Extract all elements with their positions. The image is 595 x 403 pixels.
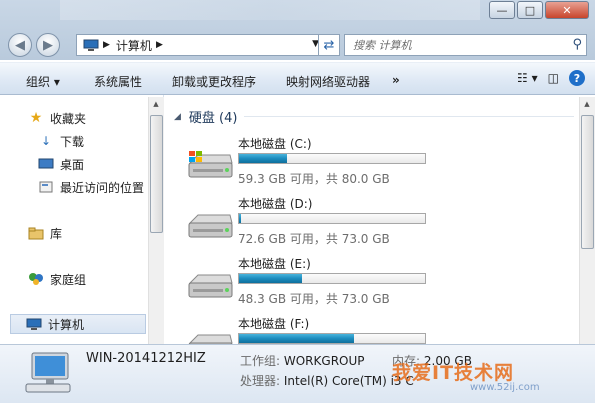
sidebar-item-computer[interactable]: 计算机: [10, 314, 146, 334]
drive-item-d[interactable]: 本地磁盘 (D:) 72.6 GB 可用，共 73.0 GB: [184, 195, 584, 253]
scroll-up-icon[interactable]: ▲: [149, 100, 163, 108]
sidebar-item-homegroup[interactable]: 家庭组: [28, 269, 86, 289]
sidebar-item-desktop[interactable]: 桌面: [38, 154, 84, 174]
sidebar-item-label: 计算机: [48, 317, 85, 332]
title-bar-glass: [60, 0, 480, 20]
collapse-chevron-icon[interactable]: ◢: [174, 112, 181, 122]
command-bar: 组织 ▾ 系统属性 卸载或更改程序 映射网络驱动器 » ☷ ▾ ◫ ?: [0, 62, 595, 95]
content-pane: ◢ 硬盘 (4) 本地磁盘 (C:) 59.3 GB 可用，共 80.0 GB: [164, 95, 595, 358]
back-button[interactable]: ◀: [8, 33, 32, 57]
group-header-hard-disks[interactable]: ◢ 硬盘 (4): [174, 107, 574, 126]
maximize-button[interactable]: □: [517, 1, 543, 19]
downloads-folder-icon: ↓: [40, 134, 52, 148]
watermark-url: www.52ij.com: [470, 382, 540, 393]
sidebar-item-favorites[interactable]: ★ 收藏夹: [28, 108, 86, 128]
drive-usage-bar: [238, 333, 426, 344]
title-bar: — □ ✕ ◀ ▶ ▶ 计算机 ▶ ▼ ⇄ 搜索 计算机 ⚲: [0, 0, 595, 60]
search-box[interactable]: 搜索 计算机 ⚲: [344, 34, 587, 56]
explorer-window: — □ ✕ ◀ ▶ ▶ 计算机 ▶ ▼ ⇄ 搜索 计算机 ⚲ 组织 ▾ 系统属性…: [0, 0, 595, 403]
workgroup-info: 工作组: WORKGROUP: [240, 352, 365, 369]
drive-name: 本地磁盘 (D:): [238, 197, 313, 211]
drive-name: 本地磁盘 (E:): [238, 257, 311, 271]
workgroup-value: WORKGROUP: [283, 354, 365, 368]
computer-icon: [26, 317, 42, 331]
drive-free-space: 48.3 GB 可用，共 73.0 GB: [238, 292, 390, 306]
computer-icon: [83, 39, 99, 51]
search-placeholder: 搜索 计算机: [353, 39, 412, 52]
view-controls: ☷ ▾ ◫ ?: [507, 70, 585, 86]
sidebar-item-libraries[interactable]: 库: [28, 223, 62, 243]
drive-free-space: 72.6 GB 可用，共 73.0 GB: [238, 232, 390, 246]
homegroup-icon: [28, 272, 44, 286]
hard-drive-windows-icon: [188, 151, 233, 178]
sidebar-item-label: 最近访问的位置: [60, 180, 145, 195]
watermark-text: 我爱IT技术网: [392, 362, 515, 384]
drive-usage-bar: [238, 213, 426, 224]
search-icon[interactable]: ⚲: [572, 37, 582, 52]
sidebar-item-label: 家庭组: [50, 272, 87, 287]
scrollbar-thumb[interactable]: [581, 115, 594, 249]
drive-item-e[interactable]: 本地磁盘 (E:) 48.3 GB 可用，共 73.0 GB: [184, 255, 584, 313]
content-scrollbar[interactable]: ▲: [579, 97, 595, 344]
sidebar-item-label: 收藏夹: [50, 111, 87, 126]
drive-usage-fill: [239, 274, 303, 283]
sidebar-item-label: 库: [50, 226, 63, 241]
refresh-button[interactable]: ⇄: [318, 34, 340, 56]
computer-icon: [25, 352, 71, 393]
more-commands-button[interactable]: »: [392, 73, 400, 87]
forward-arrow-icon: ▶: [43, 37, 53, 53]
library-icon: [28, 226, 44, 240]
refresh-icon: ⇄: [323, 37, 335, 53]
breadcrumb-separator-icon: ▶: [155, 40, 163, 50]
processor-info: 处理器: Intel(R) Core(TM) i3 C: [240, 372, 414, 389]
navigation-row: ◀ ▶ ▶ 计算机 ▶ ▼ ⇄ 搜索 计算机 ⚲: [8, 32, 587, 58]
drive-name: 本地磁盘 (C:): [238, 137, 312, 151]
sidebar-item-downloads[interactable]: ↓ 下载: [38, 131, 84, 151]
desktop-icon: [38, 157, 54, 171]
address-bar[interactable]: ▶ 计算机 ▶ ▼: [76, 34, 324, 56]
group-divider: [244, 116, 574, 117]
organize-button[interactable]: 组织 ▾: [26, 73, 60, 90]
processor-label: 处理器:: [240, 374, 281, 388]
workgroup-label: 工作组:: [240, 354, 281, 368]
drive-usage-fill: [239, 334, 355, 343]
map-network-drive-button[interactable]: 映射网络驱动器: [286, 73, 370, 90]
preview-pane-icon[interactable]: ◫: [548, 71, 559, 85]
back-arrow-icon: ◀: [15, 37, 25, 53]
sidebar-item-label: 桌面: [60, 157, 85, 172]
group-title: 硬盘 (4): [188, 111, 238, 126]
close-button[interactable]: ✕: [545, 1, 589, 19]
breadcrumb-separator-icon: ▶: [103, 40, 110, 50]
window-controls: — □ ✕: [487, 1, 589, 19]
drive-usage-fill: [239, 214, 241, 223]
star-icon: ★: [29, 110, 43, 126]
drive-usage-bar: [238, 153, 426, 164]
change-view-icon[interactable]: ☷ ▾: [517, 71, 538, 85]
navigation-pane: ★ 收藏夹 ↓ 下载 桌面 最近访问的位置 库 家庭组 计算机 ▲: [0, 95, 164, 344]
scrollbar-thumb[interactable]: [150, 115, 163, 233]
scroll-up-icon[interactable]: ▲: [580, 100, 594, 108]
forward-button[interactable]: ▶: [36, 33, 60, 57]
breadcrumb-computer[interactable]: 计算机: [116, 37, 152, 54]
computer-name: WIN-20141212HIZ: [86, 351, 206, 366]
help-icon[interactable]: ?: [569, 70, 585, 86]
sidebar-item-label: 下载: [60, 134, 85, 149]
drive-item-c[interactable]: 本地磁盘 (C:) 59.3 GB 可用，共 80.0 GB: [184, 135, 584, 193]
drive-usage-bar: [238, 273, 426, 284]
drive-usage-fill: [239, 154, 288, 163]
recent-places-icon: [38, 180, 54, 194]
hard-drive-icon: [188, 214, 233, 238]
sidebar-item-recent-places[interactable]: 最近访问的位置: [38, 177, 144, 197]
hard-drive-icon: [188, 274, 233, 298]
drive-name: 本地磁盘 (F:): [238, 317, 310, 331]
minimize-button[interactable]: —: [489, 1, 515, 19]
drive-free-space: 59.3 GB 可用，共 80.0 GB: [238, 172, 390, 186]
navigation-scrollbar[interactable]: ▲: [148, 97, 164, 344]
system-properties-button[interactable]: 系统属性: [94, 73, 142, 90]
uninstall-program-button[interactable]: 卸载或更改程序: [172, 73, 256, 90]
